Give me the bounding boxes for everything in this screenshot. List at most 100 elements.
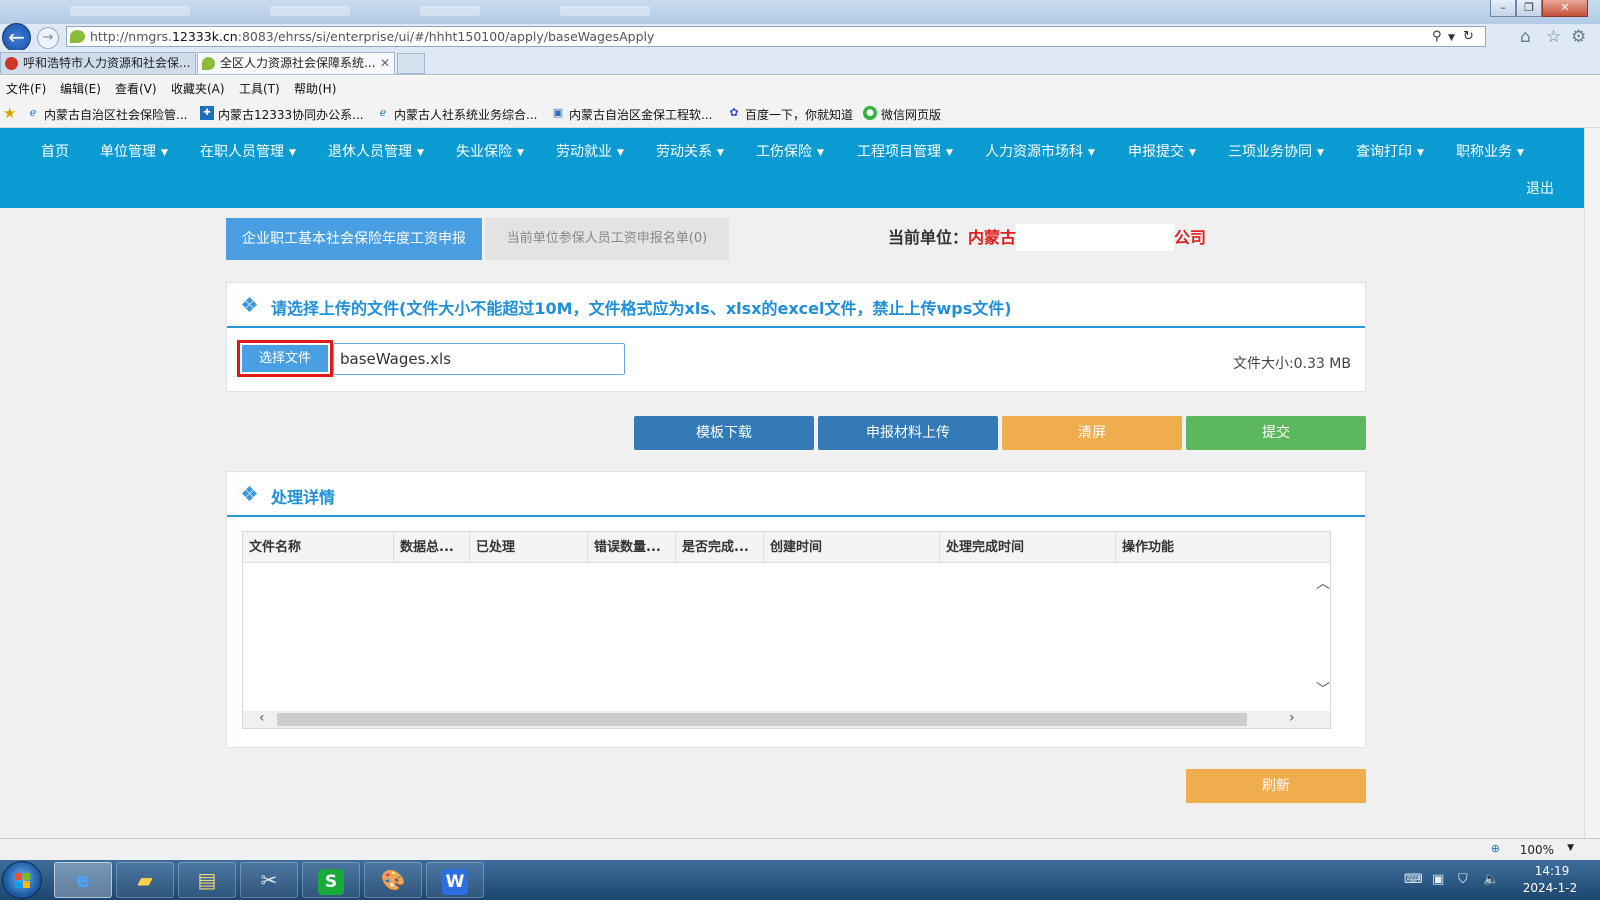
file-size-text: 文件大小:0.33 MB (1232, 356, 1351, 372)
scroll-left-icon[interactable]: ‹ (259, 710, 265, 726)
page-vertical-scrollbar[interactable] (1584, 128, 1600, 838)
menu-view[interactable]: 查看(V) (115, 80, 157, 97)
network-icon[interactable]: ▣ (1432, 872, 1444, 887)
favorite-link[interactable]: ✿ 百度一下，你就知道 (727, 106, 853, 123)
file-name-field[interactable] (333, 343, 625, 375)
gov-emblem-icon (5, 57, 18, 70)
clock-date[interactable]: 2024-1-2 (1510, 881, 1590, 895)
nav-item-retiree-mgmt[interactable]: 退休人员管理 ▼ (328, 141, 424, 161)
windows-taskbar: e ▰ ▤ ✂ S 🎨 W ⌨ ▣ ⛉ 🔈 14:19 2024-1-2 (0, 860, 1600, 900)
nav-item-three-collab[interactable]: 三项业务协同 ▼ (1228, 141, 1324, 161)
url-text[interactable]: http://nmgrs.12333k.cn:8083/ehrss/si/ent… (90, 29, 654, 44)
choose-file-highlight: 选择文件 (237, 340, 333, 377)
back-arrow-icon[interactable]: ← (2, 23, 31, 52)
nav-item-query-print[interactable]: 查询打印 ▼ (1356, 141, 1424, 161)
column-header[interactable]: 处理完成时间 (940, 532, 1116, 563)
file-explorer-icon[interactable]: ▤ (178, 862, 236, 898)
material-upload-button[interactable]: 申报材料上传 (818, 416, 998, 450)
nav-item-hr-market[interactable]: 人力资源市场科 ▼ (985, 141, 1095, 161)
nav-item-home[interactable]: 首页 (41, 141, 69, 161)
scroll-down-icon[interactable]: ﹀ (1316, 679, 1330, 699)
choose-file-button[interactable]: 选择文件 (242, 345, 328, 372)
menu-file[interactable]: 文件(F) (6, 80, 46, 97)
paint-icon[interactable]: 🎨 (364, 862, 422, 898)
refresh-button[interactable]: 刷新 (1186, 769, 1366, 803)
wps-writer-icon[interactable]: W (426, 862, 484, 898)
nav-item-project-mgmt[interactable]: 工程项目管理 ▼ (857, 141, 953, 161)
zoom-level[interactable]: 100% (1520, 843, 1554, 857)
forward-arrow-icon[interactable]: → (37, 27, 59, 49)
column-header[interactable]: 操作功能 (1116, 532, 1330, 563)
table-vertical-scrollbar[interactable]: ︿ ﹀ (1313, 563, 1330, 713)
browser-tab-label: 全区人力资源社会保障系统... (220, 56, 376, 70)
start-button[interactable] (2, 861, 42, 899)
menu-edit[interactable]: 编辑(E) (60, 80, 101, 97)
internet-explorer-icon[interactable]: e (54, 862, 112, 898)
favorite-link[interactable]: ℯ 内蒙古自治区社会保险管... (26, 106, 188, 123)
nav-item-labor-relations[interactable]: 劳动关系 ▼ (656, 141, 724, 161)
column-header[interactable]: 是否完成... (676, 532, 764, 563)
diamond-bullet-icon (241, 485, 258, 502)
settings-gear-icon[interactable]: ⚙ (1571, 27, 1586, 47)
tab-wage-report-list[interactable]: 当前单位参保人员工资申报名单(0) (485, 218, 729, 260)
security-shield-icon[interactable]: ⛉ (1458, 872, 1468, 887)
caret-down-icon: ▼ (617, 148, 624, 158)
column-header[interactable]: 创建时间 (764, 532, 940, 563)
nav-item-submit-report[interactable]: 申报提交 ▼ (1128, 141, 1196, 161)
details-panel: 处理详情 文件名称 数据总... 已处理 错误数量... 是否完成... 创建时… (226, 471, 1366, 748)
favorite-link[interactable]: ● 微信网页版 (863, 106, 941, 123)
search-icon[interactable]: ⚲ (1432, 29, 1442, 44)
nav-item-injury-insurance[interactable]: 工伤保险 ▼ (756, 141, 824, 161)
nav-item-employee-mgmt[interactable]: 在职人员管理 ▼ (200, 141, 296, 161)
tab-annual-wage-report[interactable]: 企业职工基本社会保险年度工资申报 (226, 218, 482, 260)
favorite-link[interactable]: ▣ 内蒙古自治区金保工程软... (551, 106, 713, 123)
new-tab-button[interactable] (397, 53, 425, 74)
menu-help[interactable]: 帮助(H) (294, 80, 336, 97)
column-header[interactable]: 已处理 (470, 532, 588, 563)
favorites-star-icon[interactable]: ☆ (1546, 27, 1561, 47)
minimize-button[interactable]: – (1490, 0, 1516, 17)
snipping-tool-icon[interactable]: ✂ (240, 862, 298, 898)
template-download-button[interactable]: 模板下载 (634, 416, 814, 450)
favorite-link[interactable]: ✚ 内蒙古12333协同办公系... (200, 106, 364, 123)
logout-link[interactable]: 退出 (1526, 178, 1554, 198)
nav-item-title-business[interactable]: 职称业务 ▼ (1456, 141, 1524, 161)
scroll-right-icon[interactable]: › (1289, 710, 1295, 726)
menu-favorites[interactable]: 收藏夹(A) (171, 80, 225, 97)
scroll-thumb[interactable] (277, 713, 1247, 726)
titlebar-ghost (560, 6, 650, 16)
details-panel-header: 处理详情 (227, 472, 1365, 517)
nav-item-unit-mgmt[interactable]: 单位管理 ▼ (100, 141, 168, 161)
scroll-up-icon[interactable]: ︿ (1316, 573, 1330, 593)
refresh-icon[interactable]: ↻ (1463, 29, 1474, 44)
close-tab-icon[interactable]: ✕ (380, 53, 390, 74)
menu-tools[interactable]: 工具(T) (239, 80, 280, 97)
search-dropdown-icon[interactable]: ▼ (1448, 33, 1455, 43)
address-bar[interactable]: http://nmgrs.12333k.cn:8083/ehrss/si/ent… (66, 26, 1486, 47)
zoom-dropdown-icon[interactable]: ▼ (1567, 843, 1574, 853)
clear-screen-button[interactable]: 清屏 (1002, 416, 1182, 450)
keyboard-icon[interactable]: ⌨ (1404, 872, 1423, 887)
wps-spreadsheet-icon[interactable]: S (302, 862, 360, 898)
column-header[interactable]: 文件名称 (243, 532, 394, 563)
clock-time[interactable]: 14:19 (1524, 864, 1580, 878)
favorites-star-icon[interactable]: ★ (3, 104, 16, 122)
nav-item-employment[interactable]: 劳动就业 ▼ (556, 141, 624, 161)
home-icon[interactable]: ⌂ (1520, 27, 1531, 47)
submit-button[interactable]: 提交 (1186, 416, 1366, 450)
table-horizontal-scrollbar[interactable]: ‹ › (243, 710, 1330, 728)
nav-item-unemployment[interactable]: 失业保险 ▼ (456, 141, 524, 161)
caret-down-icon: ▼ (1317, 148, 1324, 158)
caret-down-icon: ▼ (289, 148, 296, 158)
volume-icon[interactable]: 🔈 (1483, 872, 1499, 887)
maximize-button[interactable]: ❐ (1516, 0, 1542, 17)
ie-page-icon: ℯ (379, 106, 387, 119)
folder-icon[interactable]: ▰ (116, 862, 174, 898)
close-window-button[interactable]: ✕ (1542, 0, 1588, 17)
column-header[interactable]: 错误数量... (588, 532, 676, 563)
column-header[interactable]: 数据总... (394, 532, 470, 563)
browser-tab-active[interactable]: 全区人力资源社会保障系统... ✕ (197, 52, 395, 74)
favorite-link[interactable]: ℯ 内蒙古人社系统业务综合... (376, 106, 538, 123)
caret-down-icon: ▼ (946, 148, 953, 158)
browser-tab[interactable]: 呼和浩特市人力资源和社会保... (0, 52, 196, 74)
